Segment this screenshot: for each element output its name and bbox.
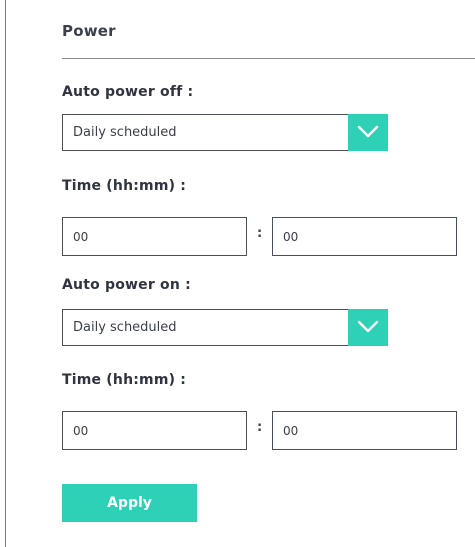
auto-power-on-select[interactable]: Daily scheduled [62,309,388,346]
auto-power-on-select-value: Daily scheduled [73,320,177,335]
title-divider [62,58,475,59]
page-title: Power [62,22,116,40]
auto-power-off-minute-value: 00 [283,230,299,244]
auto-power-off-label: Auto power off : [62,84,194,100]
chevron-down-icon [357,125,379,138]
auto-power-off-hour-input[interactable]: 00 [62,217,247,256]
auto-power-on-minute-value: 00 [283,424,299,438]
auto-power-off-dropdown-button[interactable] [348,114,388,151]
power-settings-panel: Power Auto power off : Daily scheduled T… [5,0,475,547]
auto-power-on-dropdown-button[interactable] [348,309,388,346]
auto-power-on-label: Auto power on : [62,277,191,293]
auto-power-off-time-label: Time (hh:mm) : [62,178,187,194]
auto-power-on-time-separator: : [257,420,263,435]
auto-power-off-select[interactable]: Daily scheduled [62,114,388,151]
auto-power-on-minute-input[interactable]: 00 [272,411,457,450]
auto-power-off-select-value: Daily scheduled [73,125,177,140]
auto-power-on-time-label: Time (hh:mm) : [62,372,187,388]
auto-power-off-time-separator: : [257,226,263,241]
auto-power-off-minute-input[interactable]: 00 [272,217,457,256]
auto-power-on-hour-input[interactable]: 00 [62,411,247,450]
auto-power-off-hour-value: 00 [73,230,89,244]
apply-button[interactable]: Apply [62,484,197,522]
auto-power-on-hour-value: 00 [73,424,89,438]
chevron-down-icon [357,320,379,333]
